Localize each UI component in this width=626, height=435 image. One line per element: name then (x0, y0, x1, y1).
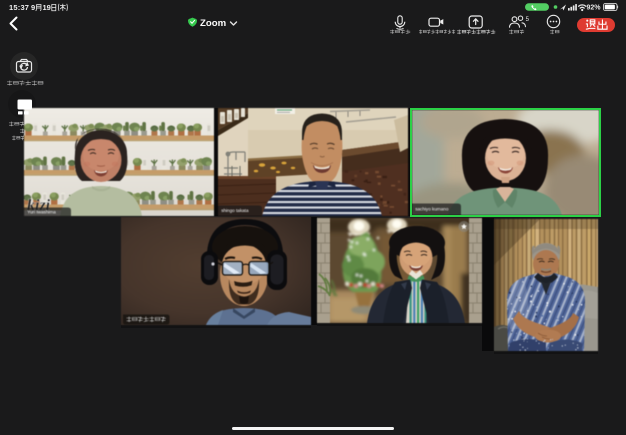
svg-text:shingo takata: shingo takata (221, 208, 249, 213)
svg-text:sachiyo kumano: sachiyo kumano (415, 206, 449, 211)
svg-text:Yuri Iwashima: Yuri Iwashima (27, 210, 56, 215)
